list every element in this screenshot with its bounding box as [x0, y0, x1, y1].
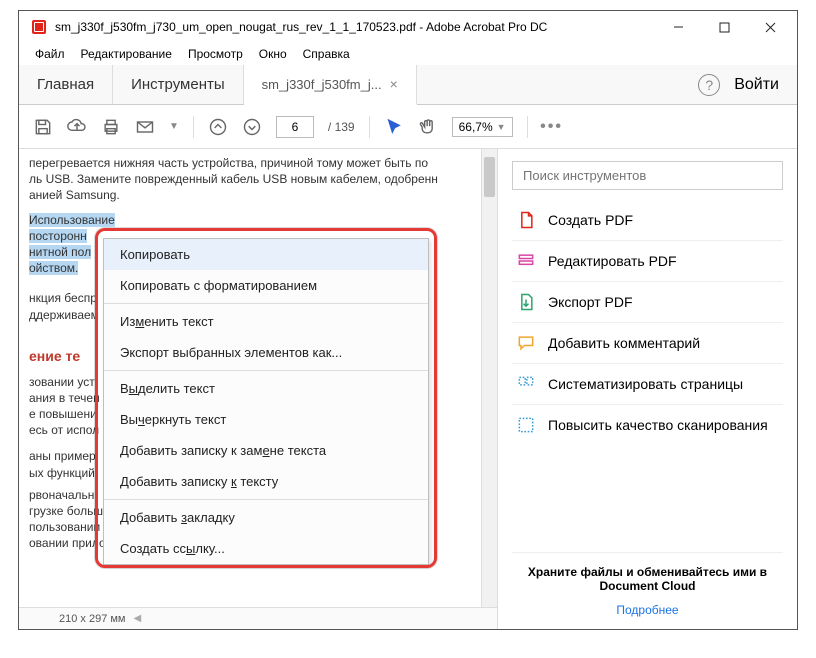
ctx-edit-text[interactable]: Изменить текст	[104, 306, 428, 337]
text-line: ль USB. Замените поврежденный кабель USB…	[29, 171, 485, 187]
ctx-add-bookmark[interactable]: Добавить закладку	[104, 502, 428, 533]
ctx-highlight-text[interactable]: Выделить текст	[104, 373, 428, 404]
menu-window[interactable]: Окно	[253, 45, 293, 63]
cloud-upload-icon[interactable]	[67, 117, 87, 137]
page-up-icon[interactable]	[208, 117, 228, 137]
ctx-add-note-replace[interactable]: Добавить записку к замене текста	[104, 435, 428, 466]
toolbar: ▼ / 139 66,7% ▼ •••	[19, 105, 797, 149]
organize-icon	[516, 374, 536, 394]
minimize-button[interactable]	[655, 12, 701, 42]
cloud-message: Храните файлы и обменивайтесь ими в Docu…	[512, 552, 783, 593]
page-dimensions: 210 x 297 мм	[59, 613, 126, 625]
page-down-icon[interactable]	[242, 117, 262, 137]
export-pdf-icon	[516, 292, 536, 312]
context-menu: Копировать Копировать с форматированием …	[103, 238, 429, 565]
cloud-line1: Храните файлы и обменивайтесь ими в	[528, 565, 767, 579]
ctx-copy[interactable]: Копировать	[104, 239, 428, 270]
menu-file[interactable]: Файл	[29, 45, 71, 63]
menu-view[interactable]: Просмотр	[182, 45, 249, 63]
zoom-selector[interactable]: 66,7% ▼	[452, 117, 513, 137]
tab-document[interactable]: sm_j330f_j530fm_j... ×	[244, 65, 417, 105]
ctx-export-selection[interactable]: Экспорт выбранных элементов как...	[104, 337, 428, 368]
zoom-value: 66,7%	[459, 120, 493, 134]
tools-pane: Создать PDF Редактировать PDF Экспорт PD…	[497, 149, 797, 629]
tool-label: Добавить комментарий	[548, 335, 700, 351]
email-icon[interactable]	[135, 117, 155, 137]
close-button[interactable]	[747, 12, 793, 42]
selected-text: Использование	[29, 213, 115, 227]
vertical-scrollbar[interactable]	[481, 149, 497, 629]
comment-icon	[516, 333, 536, 353]
tab-home[interactable]: Главная	[19, 65, 113, 104]
print-icon[interactable]	[101, 117, 121, 137]
tool-label: Повысить качество сканирования	[548, 417, 768, 433]
hand-icon[interactable]	[418, 117, 438, 137]
selected-text: посторонн	[29, 229, 87, 243]
ctx-add-note-text[interactable]: Добавить записку к тексту	[104, 466, 428, 497]
top-tabs: Главная Инструменты sm_j330f_j530fm_j...…	[19, 65, 797, 105]
tool-create-pdf[interactable]: Создать PDF	[512, 200, 783, 240]
help-icon[interactable]: ?	[698, 74, 720, 96]
search-tools-input[interactable]	[512, 161, 783, 190]
select-cursor-icon[interactable]	[384, 117, 404, 137]
tab-label: sm_j330f_j530fm_j...	[262, 77, 382, 92]
tool-comment[interactable]: Добавить комментарий	[512, 323, 783, 363]
pdf-icon	[31, 19, 47, 35]
tab-label: Инструменты	[131, 76, 225, 93]
menubar: Файл Редактирование Просмотр Окно Справк…	[19, 43, 797, 65]
tool-organize-pages[interactable]: Систематизировать страницы	[512, 364, 783, 404]
tab-tools[interactable]: Инструменты	[113, 65, 244, 104]
login-button[interactable]: Войти	[734, 76, 779, 94]
separator	[369, 116, 370, 138]
separator	[193, 116, 194, 138]
left-icon[interactable]: ◀	[134, 613, 142, 624]
more-icon[interactable]: •••	[542, 117, 562, 137]
ctx-copy-formatted[interactable]: Копировать с форматированием	[104, 270, 428, 301]
tab-label: Главная	[37, 76, 94, 93]
tool-enhance-scan[interactable]: Повысить качество сканирования	[512, 405, 783, 445]
selected-text: нитной пол	[29, 245, 91, 259]
text-line: анией Samsung.	[29, 187, 485, 203]
menu-help[interactable]: Справка	[297, 45, 356, 63]
ctx-strikethrough-text[interactable]: Вычеркнуть текст	[104, 404, 428, 435]
tool-label: Систематизировать страницы	[548, 376, 743, 392]
tool-edit-pdf[interactable]: Редактировать PDF	[512, 241, 783, 281]
scroll-thumb[interactable]	[484, 157, 495, 197]
cloud-more-link[interactable]: Подробнее	[512, 603, 783, 617]
tools-list: Создать PDF Редактировать PDF Экспорт PD…	[512, 200, 783, 552]
titlebar: sm_j330f_j530fm_j730_um_open_nougat_rus_…	[19, 11, 797, 43]
separator	[527, 116, 528, 138]
ctx-create-link[interactable]: Создать ссылку...	[104, 533, 428, 564]
page-total: / 139	[328, 120, 355, 134]
menu-edit[interactable]: Редактирование	[75, 45, 178, 63]
maximize-button[interactable]	[701, 12, 747, 42]
page-number-input[interactable]	[276, 116, 314, 138]
save-icon[interactable]	[33, 117, 53, 137]
chevron-down-icon[interactable]: ▼	[169, 121, 179, 132]
create-pdf-icon	[516, 210, 536, 230]
close-tab-icon[interactable]: ×	[390, 76, 398, 92]
tool-label: Редактировать PDF	[548, 253, 677, 269]
edit-pdf-icon	[516, 251, 536, 271]
chevron-down-icon: ▼	[497, 122, 506, 132]
status-bar: 210 x 297 мм ◀	[19, 607, 497, 629]
tool-export-pdf[interactable]: Экспорт PDF	[512, 282, 783, 322]
tool-label: Экспорт PDF	[548, 294, 633, 310]
text-line: перегревается нижняя часть устройства, п…	[29, 155, 485, 171]
selected-text: ойством.	[29, 261, 78, 275]
enhance-scan-icon	[516, 415, 536, 435]
window-title: sm_j330f_j530fm_j730_um_open_nougat_rus_…	[55, 20, 655, 34]
tool-label: Создать PDF	[548, 212, 633, 228]
cloud-line2: Document Cloud	[600, 579, 696, 593]
